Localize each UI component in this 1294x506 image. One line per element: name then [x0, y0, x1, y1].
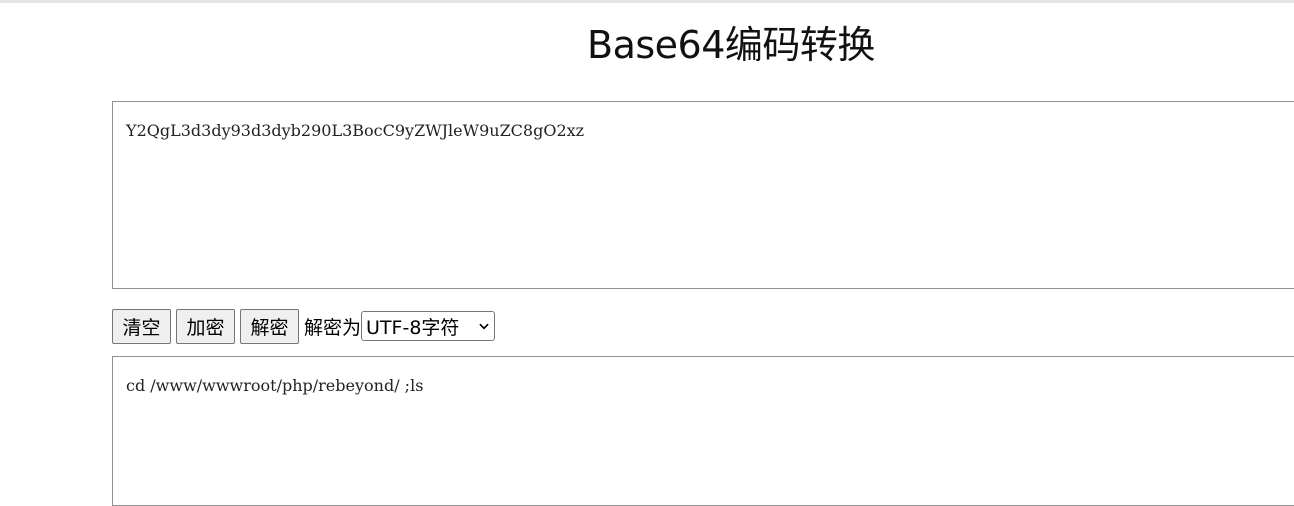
page-title: Base64编码转换 — [587, 23, 875, 67]
output-textarea[interactable]: cd /www/wwwroot/php/rebeyond/ ;ls — [112, 356, 1294, 506]
charset-select-value: UTF-8字符 — [366, 316, 460, 339]
charset-select[interactable]: UTF-8字符 — [361, 311, 496, 341]
clear-button[interactable]: 清空 — [112, 308, 171, 344]
decode-button[interactable]: 解密 — [240, 308, 299, 344]
chevron-down-icon — [479, 321, 489, 331]
encode-button[interactable]: 加密 — [176, 308, 235, 344]
controls-bar: 清空 加密 解密 解密为 UTF-8字符 — [112, 308, 496, 344]
top-border — [0, 0, 1294, 3]
decode-as-label: 解密为 — [304, 316, 362, 339]
input-textarea[interactable]: Y2QgL3d3dy93d3dyb290L3BocC9yZWJleW9uZC8g… — [112, 101, 1294, 289]
